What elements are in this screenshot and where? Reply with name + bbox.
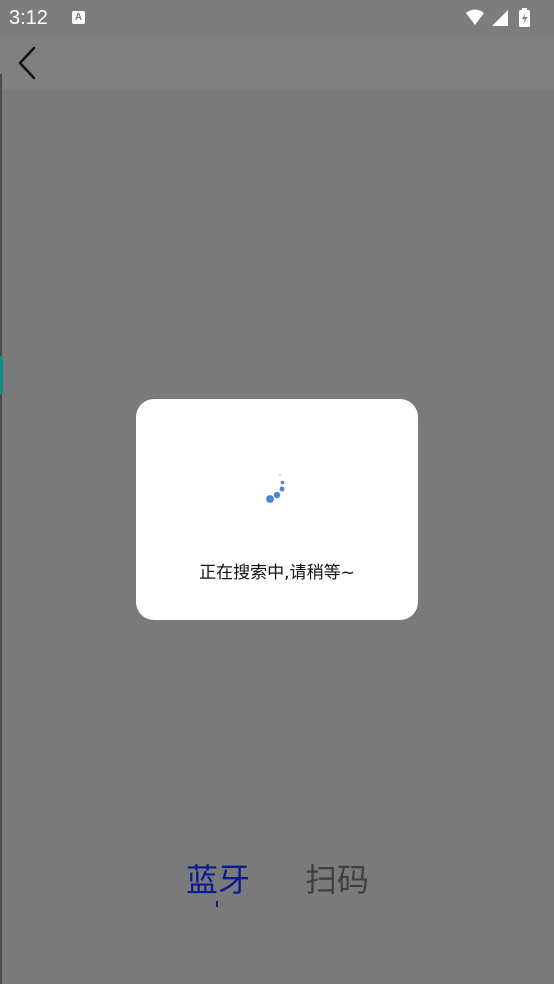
tab-bluetooth[interactable]: 蓝牙 (186, 855, 250, 901)
status-bar: 3:12 A (0, 0, 554, 36)
chevron-left-icon (18, 46, 36, 80)
notification-icon: A (72, 11, 85, 24)
tab-scan[interactable]: 扫码 (305, 855, 369, 901)
battery-charging-icon (519, 8, 530, 27)
status-time: 3:12 (9, 7, 48, 29)
toolbar (0, 36, 554, 90)
loading-spinner-icon (266, 474, 285, 503)
side-accent-marker (0, 356, 3, 394)
loading-dialog: 正在搜索中,请稍等~ (136, 399, 418, 620)
dialog-message: 正在搜索中,请稍等~ (199, 563, 355, 583)
status-icons (466, 8, 530, 27)
back-button[interactable] (10, 44, 44, 82)
wifi-icon (466, 9, 484, 25)
active-tab-indicator (216, 901, 218, 907)
signal-icon (492, 10, 508, 26)
left-edge-divider (0, 74, 2, 984)
